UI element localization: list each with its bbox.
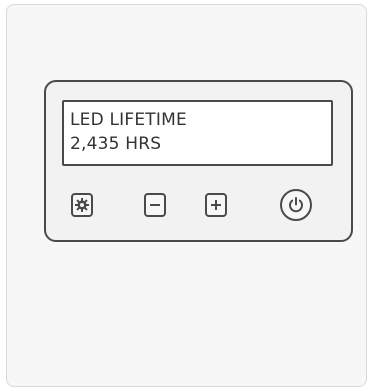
lcd-display: LED LIFETIME 2,435 HRS: [62, 100, 333, 166]
power-button[interactable]: [280, 189, 312, 221]
minus-button[interactable]: [144, 193, 166, 217]
plus-icon: [210, 199, 222, 211]
display-line-2: 2,435 HRS: [70, 134, 162, 154]
minus-icon: [149, 199, 161, 211]
gear-icon: [75, 198, 89, 212]
control-panel: LED LIFETIME 2,435 HRS: [44, 80, 353, 242]
device-card: LED LIFETIME 2,435 HRS: [6, 4, 367, 387]
settings-button[interactable]: [71, 193, 93, 217]
plus-button[interactable]: [205, 193, 227, 217]
power-icon: [287, 196, 305, 214]
display-line-1: LED LIFETIME: [70, 110, 187, 130]
